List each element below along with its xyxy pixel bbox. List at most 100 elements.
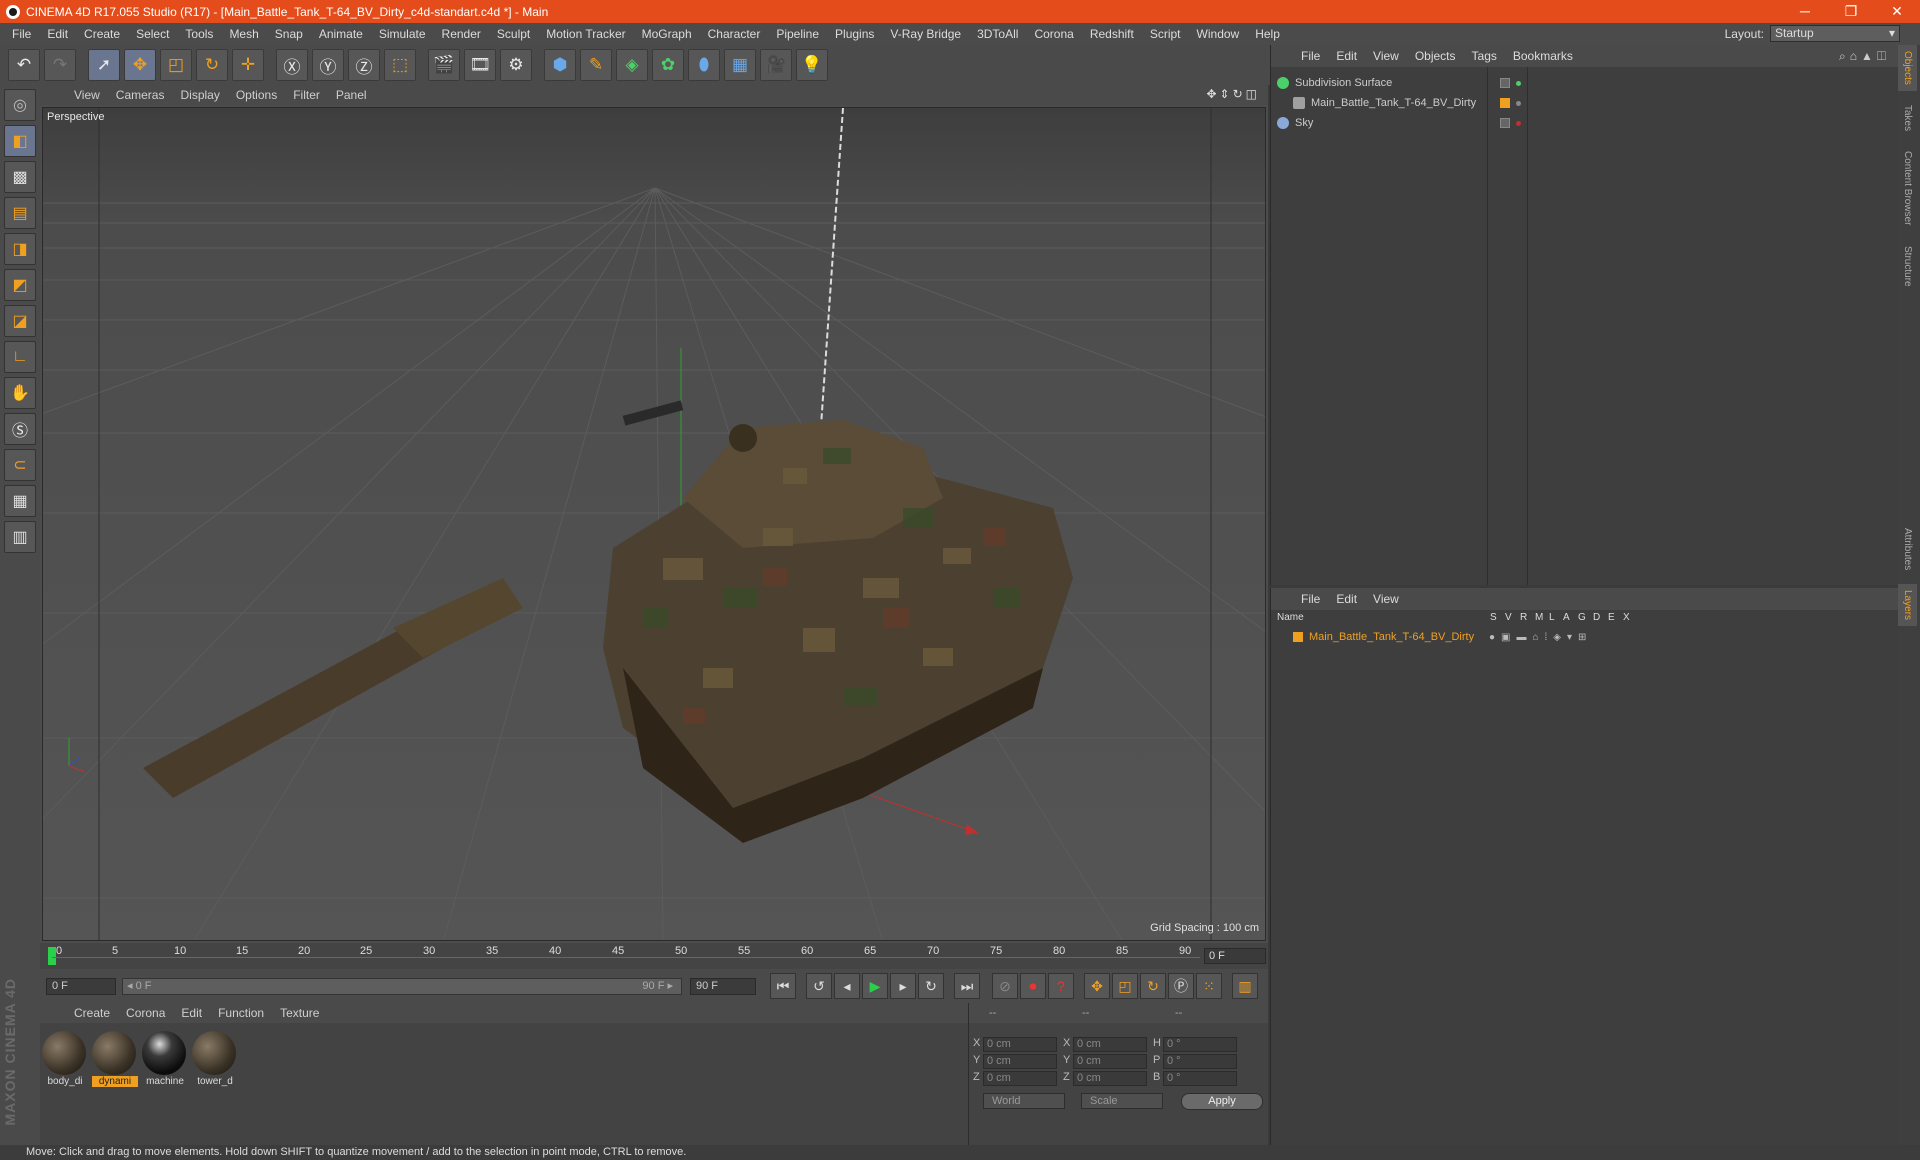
object-row-sky[interactable]: Sky bbox=[1277, 114, 1887, 132]
menu-file[interactable]: File bbox=[4, 23, 39, 45]
texture-mode-icon[interactable]: ▩ bbox=[4, 161, 36, 193]
cloner-icon[interactable]: ✿ bbox=[652, 49, 684, 81]
object-row-subdivision-surface[interactable]: Subdivision Surface bbox=[1277, 74, 1887, 92]
size-x-field[interactable]: 0 cm bbox=[1073, 1037, 1147, 1052]
play-icon[interactable]: ▶ bbox=[862, 973, 888, 999]
objects-menu-objects[interactable]: Objects bbox=[1407, 49, 1464, 63]
key-position-icon[interactable]: ✥ bbox=[1084, 973, 1110, 999]
viewport-menu-view[interactable]: View bbox=[66, 88, 108, 102]
object-manager-tool-icons[interactable]: ⌕⌂▲◫ bbox=[1839, 49, 1890, 64]
light-icon[interactable]: 💡 bbox=[796, 49, 828, 81]
material-menu-function[interactable]: Function bbox=[210, 1006, 272, 1020]
key-rotation-icon[interactable]: ↻ bbox=[1140, 973, 1166, 999]
size-y-field[interactable]: 0 cm bbox=[1073, 1054, 1147, 1069]
viewport-nav-icons[interactable]: ✥⇕↻◫ bbox=[1206, 87, 1260, 101]
tweak-mode-icon[interactable]: ✋ bbox=[4, 377, 36, 409]
coord-mode-dropdown[interactable]: World bbox=[983, 1093, 1065, 1109]
live-select-icon[interactable]: ✛ bbox=[232, 49, 264, 81]
menu-motion-tracker[interactable]: Motion Tracker bbox=[538, 23, 633, 45]
rotate-icon[interactable]: ↻ bbox=[196, 49, 228, 81]
current-frame-field[interactable]: 0 F bbox=[1204, 948, 1266, 964]
go-to-start-icon[interactable]: ⏮ bbox=[770, 973, 796, 999]
material-swatch[interactable]: dynami bbox=[92, 1031, 138, 1087]
object-row-tank[interactable]: Main_Battle_Tank_T-64_BV_Dirty bbox=[1277, 94, 1887, 112]
deformer-icon[interactable]: ⬮ bbox=[688, 49, 720, 81]
restore-button[interactable]: ❐ bbox=[1828, 0, 1874, 23]
material-swatch[interactable]: machine bbox=[142, 1031, 188, 1087]
objects-menu-bookmarks[interactable]: Bookmarks bbox=[1505, 49, 1581, 63]
perspective-view[interactable]: Perspective Grid Spacing : 100 cm bbox=[42, 107, 1266, 941]
layer-row[interactable]: Main_Battle_Tank_T-64_BV_Dirty ●▣▬⌂⁞◈▾⊞ bbox=[1277, 630, 1877, 644]
floor-icon[interactable]: ▦ bbox=[724, 49, 756, 81]
menu-corona[interactable]: Corona bbox=[1026, 23, 1081, 45]
menu-render[interactable]: Render bbox=[434, 23, 489, 45]
objects-menu-tags[interactable]: Tags bbox=[1464, 49, 1505, 63]
column-generators[interactable]: G bbox=[1578, 612, 1586, 623]
end-frame-field[interactable]: 90 F bbox=[690, 978, 756, 995]
polygons-mode-icon[interactable]: ◪ bbox=[4, 305, 36, 337]
key-pla-icon[interactable]: ⁙ bbox=[1196, 973, 1222, 999]
menu-help[interactable]: Help bbox=[1247, 23, 1288, 45]
tab-takes[interactable]: Takes bbox=[1898, 99, 1917, 137]
x-axis-icon[interactable]: Ⓧ bbox=[276, 49, 308, 81]
redo-icon[interactable]: ↷ bbox=[44, 49, 76, 81]
column-animation[interactable]: A bbox=[1563, 612, 1570, 623]
layer-toggle-icons[interactable]: ●▣▬⌂⁞◈▾⊞ bbox=[1489, 632, 1592, 643]
object-visibility-icon[interactable] bbox=[1500, 118, 1510, 128]
menu-mesh[interactable]: Mesh bbox=[221, 23, 266, 45]
object-enabled-dot-icon[interactable] bbox=[1516, 120, 1521, 126]
apply-button[interactable]: Apply bbox=[1181, 1093, 1263, 1110]
menu-simulate[interactable]: Simulate bbox=[371, 23, 434, 45]
position-x-field[interactable]: 0 cm bbox=[983, 1037, 1057, 1052]
layout-dropdown[interactable]: Startup bbox=[1770, 25, 1900, 42]
minimize-button[interactable]: ─ bbox=[1782, 0, 1828, 23]
scale-icon[interactable]: ◰ bbox=[160, 49, 192, 81]
make-editable-icon[interactable]: ◎ bbox=[4, 89, 36, 121]
record-off-icon[interactable]: ⊘ bbox=[992, 973, 1018, 999]
objects-menu-file[interactable]: File bbox=[1293, 49, 1328, 63]
menu-create[interactable]: Create bbox=[76, 23, 128, 45]
edges-mode-icon[interactable]: ◩ bbox=[4, 269, 36, 301]
cube-icon[interactable]: ⬢ bbox=[544, 49, 576, 81]
render-view-icon[interactable]: 🎬 bbox=[428, 49, 460, 81]
column-solo[interactable]: S bbox=[1490, 612, 1497, 623]
objects-menu-view[interactable]: View bbox=[1365, 49, 1407, 63]
points-mode-icon[interactable]: ◨ bbox=[4, 233, 36, 265]
object-enabled-check-icon[interactable] bbox=[1516, 80, 1521, 86]
viewport-menu-filter[interactable]: Filter bbox=[285, 88, 328, 102]
range-slider[interactable]: ◂ 0 F 90 F ▸ bbox=[122, 978, 682, 995]
layer-color-icon[interactable] bbox=[1500, 98, 1510, 108]
object-enabled-dot-icon[interactable] bbox=[1516, 100, 1521, 106]
column-xref[interactable]: X bbox=[1623, 612, 1630, 623]
menu-tools[interactable]: Tools bbox=[177, 23, 221, 45]
position-y-field[interactable]: 0 cm bbox=[983, 1054, 1057, 1069]
tab-objects[interactable]: Objects bbox=[1898, 45, 1917, 91]
menu-sculpt[interactable]: Sculpt bbox=[489, 23, 538, 45]
subdivision-icon[interactable]: ◈ bbox=[616, 49, 648, 81]
viewport-menu-panel[interactable]: Panel bbox=[328, 88, 375, 102]
key-scale-icon[interactable]: ◰ bbox=[1112, 973, 1138, 999]
menu-mograph[interactable]: MoGraph bbox=[634, 23, 700, 45]
z-axis-icon[interactable]: Ⓩ bbox=[348, 49, 380, 81]
menu-character[interactable]: Character bbox=[700, 23, 769, 45]
size-mode-dropdown[interactable]: Scale bbox=[1081, 1093, 1163, 1109]
rotation-h-field[interactable]: 0 ° bbox=[1163, 1037, 1237, 1052]
camera-icon[interactable]: 🎥 bbox=[760, 49, 792, 81]
menu-edit[interactable]: Edit bbox=[39, 23, 76, 45]
lock-workplane-icon[interactable]: ▦ bbox=[4, 485, 36, 517]
undo-icon[interactable]: ↶ bbox=[8, 49, 40, 81]
rotation-p-field[interactable]: 0 ° bbox=[1163, 1054, 1237, 1069]
column-manager[interactable]: M bbox=[1535, 612, 1543, 623]
size-z-field[interactable]: 0 cm bbox=[1073, 1071, 1147, 1086]
move-icon[interactable]: ✥ bbox=[124, 49, 156, 81]
column-render[interactable]: R bbox=[1520, 612, 1527, 623]
menu-vray-bridge[interactable]: V-Ray Bridge bbox=[882, 23, 969, 45]
record-icon[interactable]: ⏺ bbox=[1020, 973, 1046, 999]
planar-workplane-icon[interactable]: ▥ bbox=[4, 521, 36, 553]
menu-window[interactable]: Window bbox=[1189, 23, 1248, 45]
material-swatch[interactable]: body_di bbox=[42, 1031, 88, 1087]
start-frame-field[interactable]: 0 F bbox=[46, 978, 116, 995]
go-to-end-icon[interactable]: ⏭ bbox=[954, 973, 980, 999]
material-swatch[interactable]: tower_d bbox=[192, 1031, 238, 1087]
column-deformers[interactable]: D bbox=[1593, 612, 1600, 623]
